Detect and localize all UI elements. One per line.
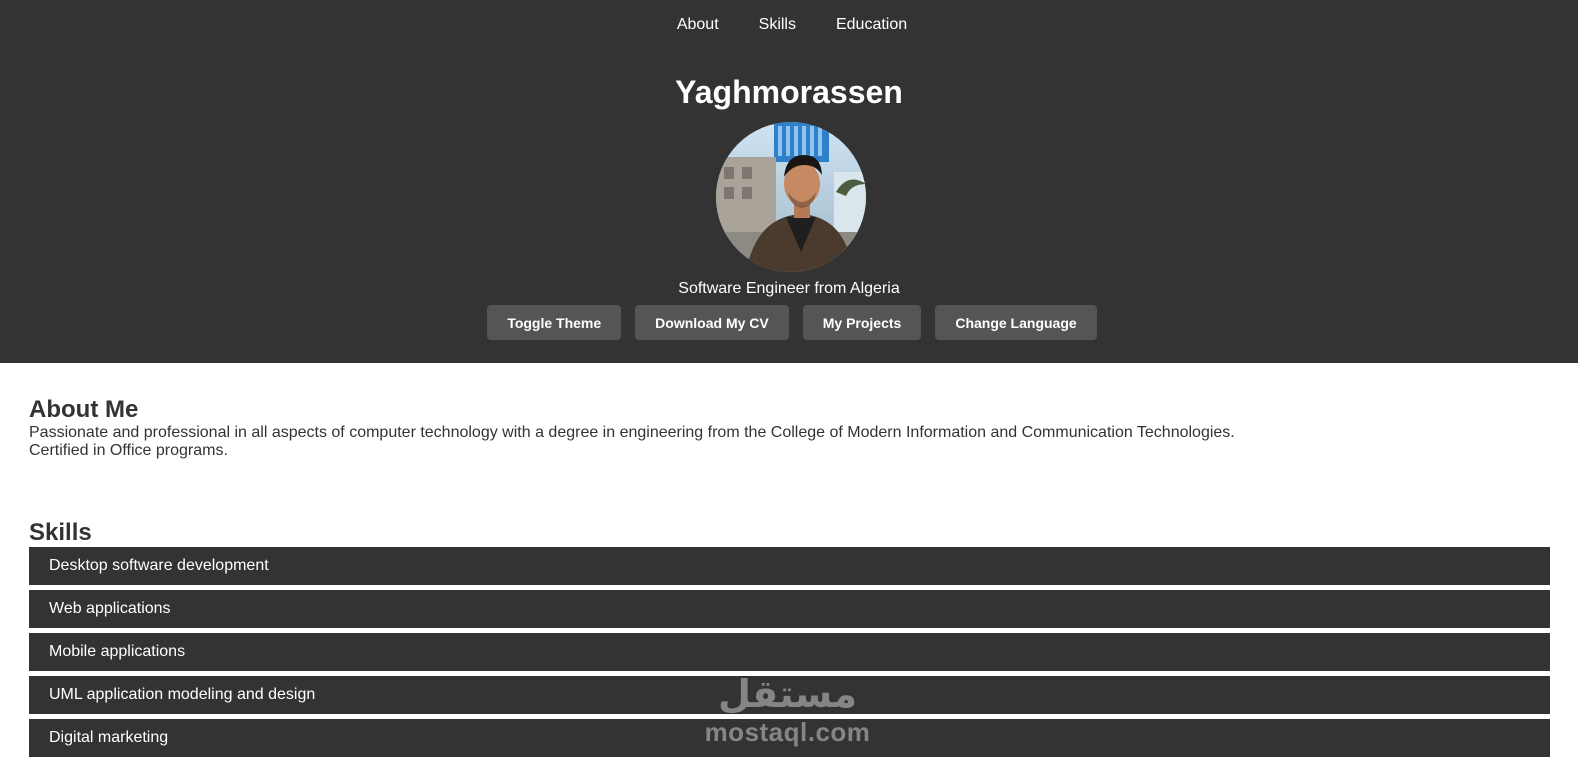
header-actions: Toggle Theme Download My CV My Projects … xyxy=(0,305,1578,340)
skills-section: Skills Desktop software development Web … xyxy=(29,519,1550,762)
profile-avatar xyxy=(716,122,866,272)
toggle-theme-button[interactable]: Toggle Theme xyxy=(487,305,622,340)
nav-link-skills[interactable]: Skills xyxy=(759,15,796,35)
nav-link-education[interactable]: Education xyxy=(836,15,907,35)
tagline: Software Engineer from Algeria xyxy=(678,280,900,297)
about-text-line-2: Certified in Office programs. xyxy=(29,442,228,459)
download-cv-button[interactable]: Download My CV xyxy=(635,305,789,340)
skill-item: UML application modeling and design xyxy=(29,676,1550,714)
site-title: Yaghmorassen xyxy=(675,74,903,110)
skills-list: Desktop software development Web applica… xyxy=(29,547,1550,757)
skills-title: Skills xyxy=(29,519,92,546)
profile-photo-icon xyxy=(716,122,866,272)
skill-item: Web applications xyxy=(29,590,1550,628)
skill-item: Desktop software development xyxy=(29,547,1550,585)
skill-item: Mobile applications xyxy=(29,633,1550,671)
skill-item: Digital marketing xyxy=(29,719,1550,757)
top-nav: About Skills Education xyxy=(0,15,1578,35)
about-text-line-1: Passionate and professional in all aspec… xyxy=(29,424,1235,441)
page-header: About Skills Education Yaghmorassen Soft… xyxy=(0,0,1578,363)
my-projects-button[interactable]: My Projects xyxy=(802,305,922,340)
about-title: About Me xyxy=(29,396,139,423)
nav-link-about[interactable]: About xyxy=(677,15,719,35)
about-section: About Me Passionate and professional in … xyxy=(29,396,1549,460)
change-language-button[interactable]: Change Language xyxy=(935,305,1097,340)
